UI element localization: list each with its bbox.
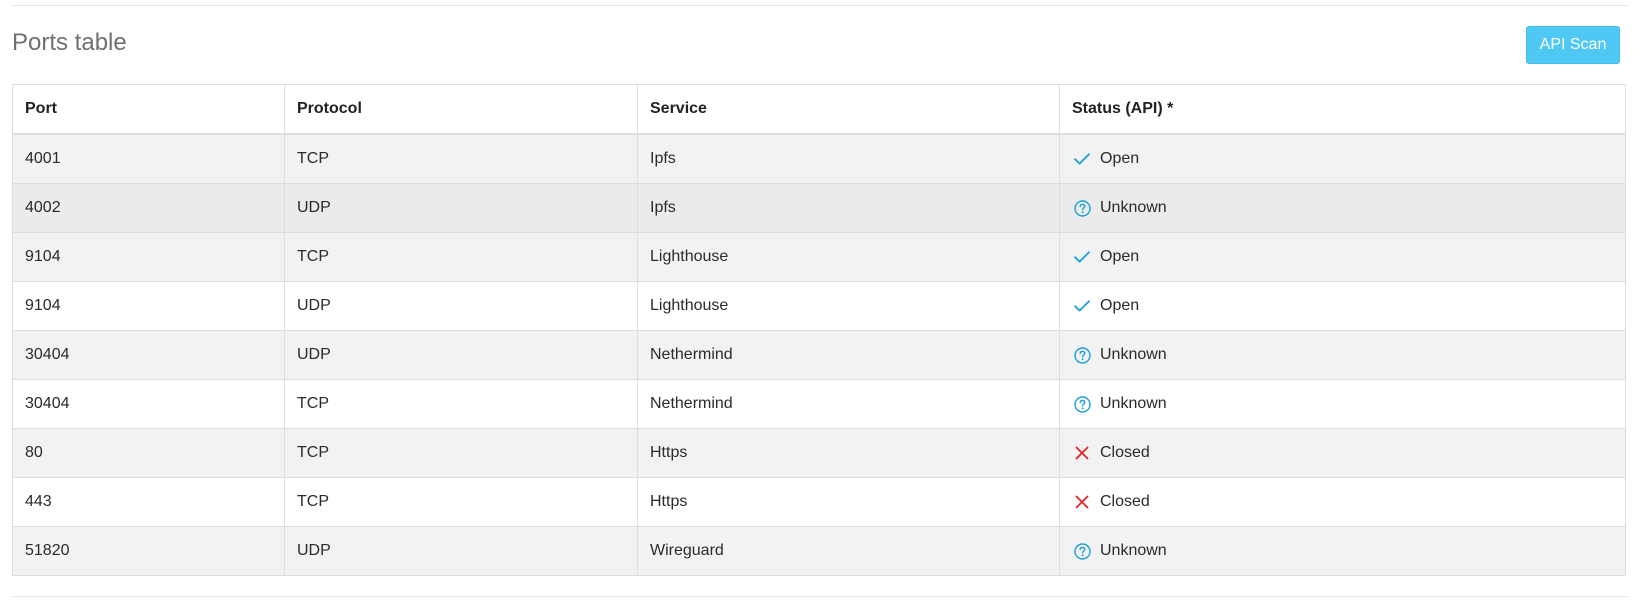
column-header-port: Port: [12, 84, 285, 135]
table-row: 9104 UDP Lighthouse Open: [12, 281, 1626, 331]
ports-page: Ports table API Scan Port Protocol Servi…: [0, 0, 1640, 614]
status-wrapper: Unknown: [1072, 381, 1625, 428]
service-cell: Lighthouse: [637, 281, 1060, 331]
protocol-cell: TCP: [284, 232, 638, 282]
service-cell: Nethermind: [637, 330, 1060, 380]
status-label: Open: [1100, 248, 1140, 265]
port-cell: 443: [12, 477, 285, 527]
status-label: Closed: [1100, 444, 1150, 461]
close-icon: [1072, 443, 1092, 463]
status-label: Unknown: [1100, 395, 1167, 412]
column-header-protocol: Protocol: [284, 84, 638, 135]
page-title: Ports table: [12, 29, 127, 56]
status-wrapper: Open: [1072, 135, 1625, 183]
protocol-cell: UDP: [284, 526, 638, 576]
status-wrapper: Open: [1072, 234, 1625, 281]
protocol-cell: TCP: [284, 428, 638, 478]
port-cell: 4001: [12, 133, 285, 184]
ports-table: Port Protocol Service Status (API) * 400…: [12, 84, 1626, 576]
table-header-row: Port Protocol Service Status (API) *: [12, 84, 1626, 135]
port-cell: 80: [12, 428, 285, 478]
status-wrapper: Unknown: [1072, 185, 1625, 232]
status-label: Unknown: [1100, 346, 1167, 363]
status-wrapper: Closed: [1072, 479, 1625, 526]
port-cell: 30404: [12, 379, 285, 429]
protocol-cell: TCP: [284, 133, 638, 184]
table-row: 30404 UDP Nethermind Unknown: [12, 330, 1626, 380]
service-cell: Https: [637, 428, 1060, 478]
service-cell: Nethermind: [637, 379, 1060, 429]
question-circle-icon: [1072, 394, 1092, 414]
status-wrapper: Closed: [1072, 430, 1625, 477]
service-cell: Https: [637, 477, 1060, 527]
protocol-cell: TCP: [284, 477, 638, 527]
status-label: Unknown: [1100, 199, 1167, 216]
table-row: 443 TCP Https Closed: [12, 477, 1626, 527]
question-circle-icon: [1072, 541, 1092, 561]
question-circle-icon: [1072, 345, 1092, 365]
table-row: 4001 TCP Ipfs Open: [12, 133, 1626, 184]
table-row: 30404 TCP Nethermind Unknown: [12, 379, 1626, 429]
status-wrapper: Unknown: [1072, 528, 1625, 575]
bottom-divider: [12, 596, 1628, 597]
service-cell: Wireguard: [637, 526, 1060, 576]
port-cell: 51820: [12, 526, 285, 576]
status-cell: Open: [1059, 281, 1626, 331]
port-cell: 30404: [12, 330, 285, 380]
status-label: Open: [1100, 297, 1140, 314]
table-row: 9104 TCP Lighthouse Open: [12, 232, 1626, 282]
protocol-cell: UDP: [284, 330, 638, 380]
check-icon: [1072, 247, 1092, 267]
column-header-service: Service: [637, 84, 1060, 135]
question-circle-icon: [1072, 198, 1092, 218]
status-cell: Unknown: [1059, 330, 1626, 380]
status-label: Open: [1100, 150, 1140, 167]
status-cell: Unknown: [1059, 379, 1626, 429]
column-header-status: Status (API) *: [1059, 84, 1626, 135]
service-cell: Ipfs: [637, 133, 1060, 184]
protocol-cell: TCP: [284, 379, 638, 429]
status-cell: Open: [1059, 133, 1626, 184]
protocol-cell: UDP: [284, 281, 638, 331]
status-cell: Closed: [1059, 477, 1626, 527]
status-wrapper: Open: [1072, 283, 1625, 330]
table-row: 80 TCP Https Closed: [12, 428, 1626, 478]
port-cell: 9104: [12, 281, 285, 331]
status-cell: Unknown: [1059, 526, 1626, 576]
port-cell: 4002: [12, 183, 285, 233]
protocol-cell: UDP: [284, 183, 638, 233]
status-label: Closed: [1100, 493, 1150, 510]
table-row: 51820 UDP Wireguard Unknown: [12, 526, 1626, 576]
service-cell: Ipfs: [637, 183, 1060, 233]
api-scan-button[interactable]: API Scan: [1526, 26, 1620, 64]
check-icon: [1072, 296, 1092, 316]
status-cell: Unknown: [1059, 183, 1626, 233]
table-row: 4002 UDP Ipfs Unknown: [12, 183, 1626, 233]
close-icon: [1072, 492, 1092, 512]
check-icon: [1072, 149, 1092, 169]
status-wrapper: Unknown: [1072, 332, 1625, 379]
service-cell: Lighthouse: [637, 232, 1060, 282]
status-cell: Open: [1059, 232, 1626, 282]
port-cell: 9104: [12, 232, 285, 282]
status-cell: Closed: [1059, 428, 1626, 478]
top-divider: [12, 5, 1628, 6]
status-label: Unknown: [1100, 542, 1167, 559]
